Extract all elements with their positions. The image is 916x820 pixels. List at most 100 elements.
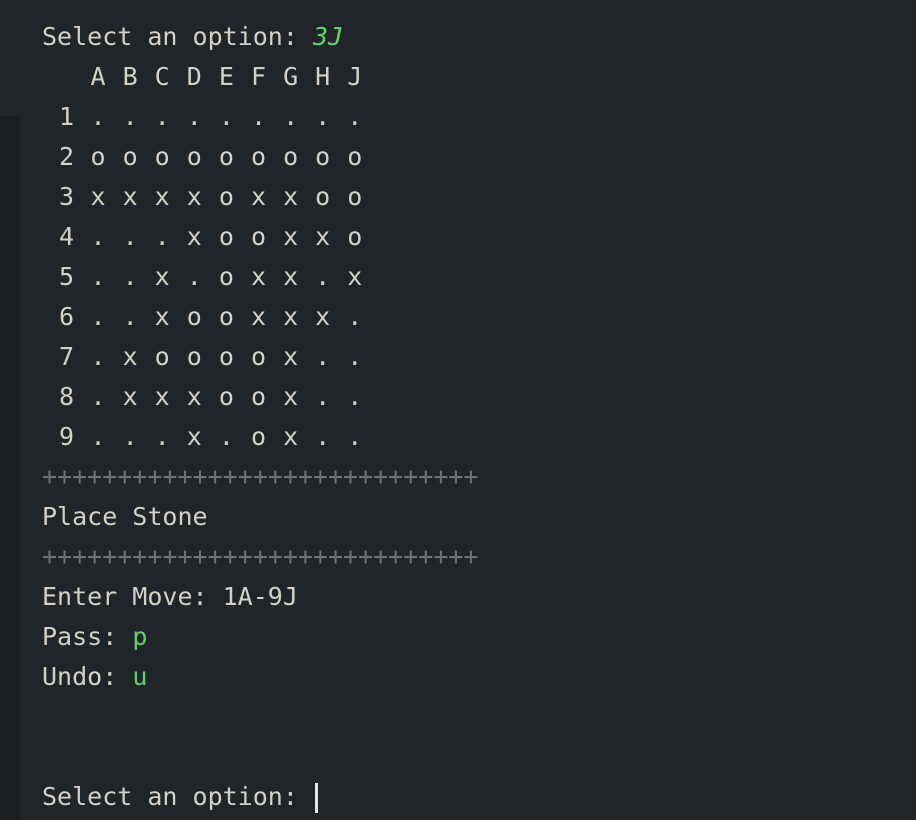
board-cell: x (186, 222, 202, 251)
board-cell: . (154, 102, 170, 131)
undo-key: u (132, 662, 148, 691)
column-header: B (122, 62, 138, 91)
board-cell: . (90, 422, 106, 451)
board-cell: . (122, 222, 138, 251)
board-cell: o (154, 342, 170, 371)
enter-move-line: Enter Move: 1A-9J (42, 577, 298, 617)
board-cell: o (122, 142, 138, 171)
board-cell: x (122, 342, 138, 371)
row-label: 4 (58, 222, 74, 251)
board-cell: x (283, 182, 299, 211)
board-cell: o (250, 422, 267, 451)
board-cell: x (90, 182, 106, 211)
row-label: 3 (58, 182, 74, 211)
column-header: C (154, 62, 170, 91)
board-cell: x (154, 302, 170, 331)
board-cell: . (90, 222, 106, 251)
board-cell: x (122, 182, 138, 211)
board-cell: . (90, 302, 106, 331)
separator-bottom: +++++++++++++++++++++++++++++ (42, 542, 479, 571)
board-cell: . (218, 422, 234, 451)
board-cell: o (250, 382, 267, 411)
board-cell: x (283, 262, 299, 291)
row-label: 9 (58, 422, 74, 451)
board-cell: o (283, 142, 299, 171)
row-label: 6 (58, 302, 74, 331)
input-prompt-line[interactable]: Select an option: (42, 777, 318, 817)
board-cell: x (315, 222, 331, 251)
column-header: F (250, 62, 267, 91)
row-label: 5 (58, 262, 74, 291)
board-cell: x (283, 382, 299, 411)
board-cell: . (347, 422, 363, 451)
board-cell: . (122, 262, 138, 291)
pass-key: p (132, 622, 148, 651)
board-cell: . (315, 382, 331, 411)
column-header: G (283, 62, 299, 91)
board-cell: x (250, 182, 267, 211)
board-cell: o (218, 182, 234, 211)
board-cell: x (347, 262, 363, 291)
board-cell: o (347, 182, 363, 211)
separator-top: +++++++++++++++++++++++++++++ (42, 462, 479, 491)
board-cell: . (283, 102, 299, 131)
board-cell: x (154, 382, 170, 411)
row-label: 8 (58, 382, 74, 411)
terminal-gutter (0, 116, 20, 820)
board-cell: o (218, 302, 234, 331)
board-cell: x (186, 382, 202, 411)
board-cell: . (347, 302, 363, 331)
board-cell: . (250, 102, 267, 131)
board-cell: . (347, 382, 363, 411)
menu-title: Place Stone (42, 502, 208, 531)
board-cell: x (154, 182, 170, 211)
board-cell: o (250, 342, 267, 371)
text-cursor[interactable] (314, 783, 318, 813)
row-label: 2 (58, 142, 74, 171)
board-cell: . (347, 342, 363, 371)
board-cell: . (186, 262, 202, 291)
row-label: 1 (58, 102, 74, 131)
board-cell: o (218, 342, 234, 371)
board-cell: o (186, 302, 202, 331)
board-cell: . (122, 422, 138, 451)
board-cell: . (122, 302, 138, 331)
board-cell: o (218, 222, 234, 251)
board-cell: x (250, 302, 267, 331)
board-cell: x (315, 302, 331, 331)
prompt-label: Select an option: (42, 22, 313, 51)
board-cell: . (90, 382, 106, 411)
board-cell: o (90, 142, 106, 171)
board-cell: . (218, 102, 234, 131)
undo-label: Undo: (42, 662, 133, 691)
board-cell: . (90, 102, 106, 131)
terminal-window[interactable]: Select an option: 3J ABCDEFGHJ 1.........… (0, 0, 916, 820)
input-prompt-label: Select an option: (42, 782, 313, 811)
column-header: E (218, 62, 234, 91)
column-header: J (347, 62, 363, 91)
enter-move-range: 1A-9J (222, 582, 298, 611)
board-cell: o (347, 142, 363, 171)
board-cell: . (347, 102, 363, 131)
board-cell: . (186, 102, 202, 131)
board-cell: o (315, 182, 331, 211)
board-cell: o (347, 222, 363, 251)
board-cell: o (218, 142, 234, 171)
board-cell: o (250, 142, 267, 171)
board-cell: . (154, 222, 170, 251)
board-cell: . (90, 342, 106, 371)
column-header: H (315, 62, 331, 91)
board-cell: o (250, 222, 267, 251)
board-cell: o (218, 382, 234, 411)
previous-prompt-line: Select an option: 3J (42, 17, 343, 57)
column-header: D (186, 62, 202, 91)
row-label: 7 (58, 342, 74, 371)
board-cell: . (315, 342, 331, 371)
board-cell: x (186, 422, 202, 451)
board-cell: o (186, 142, 202, 171)
board-cell: o (218, 262, 234, 291)
board-cell: . (315, 262, 331, 291)
pass-label: Pass: (42, 622, 133, 651)
board-cell: . (122, 102, 138, 131)
board-cell: x (250, 262, 267, 291)
